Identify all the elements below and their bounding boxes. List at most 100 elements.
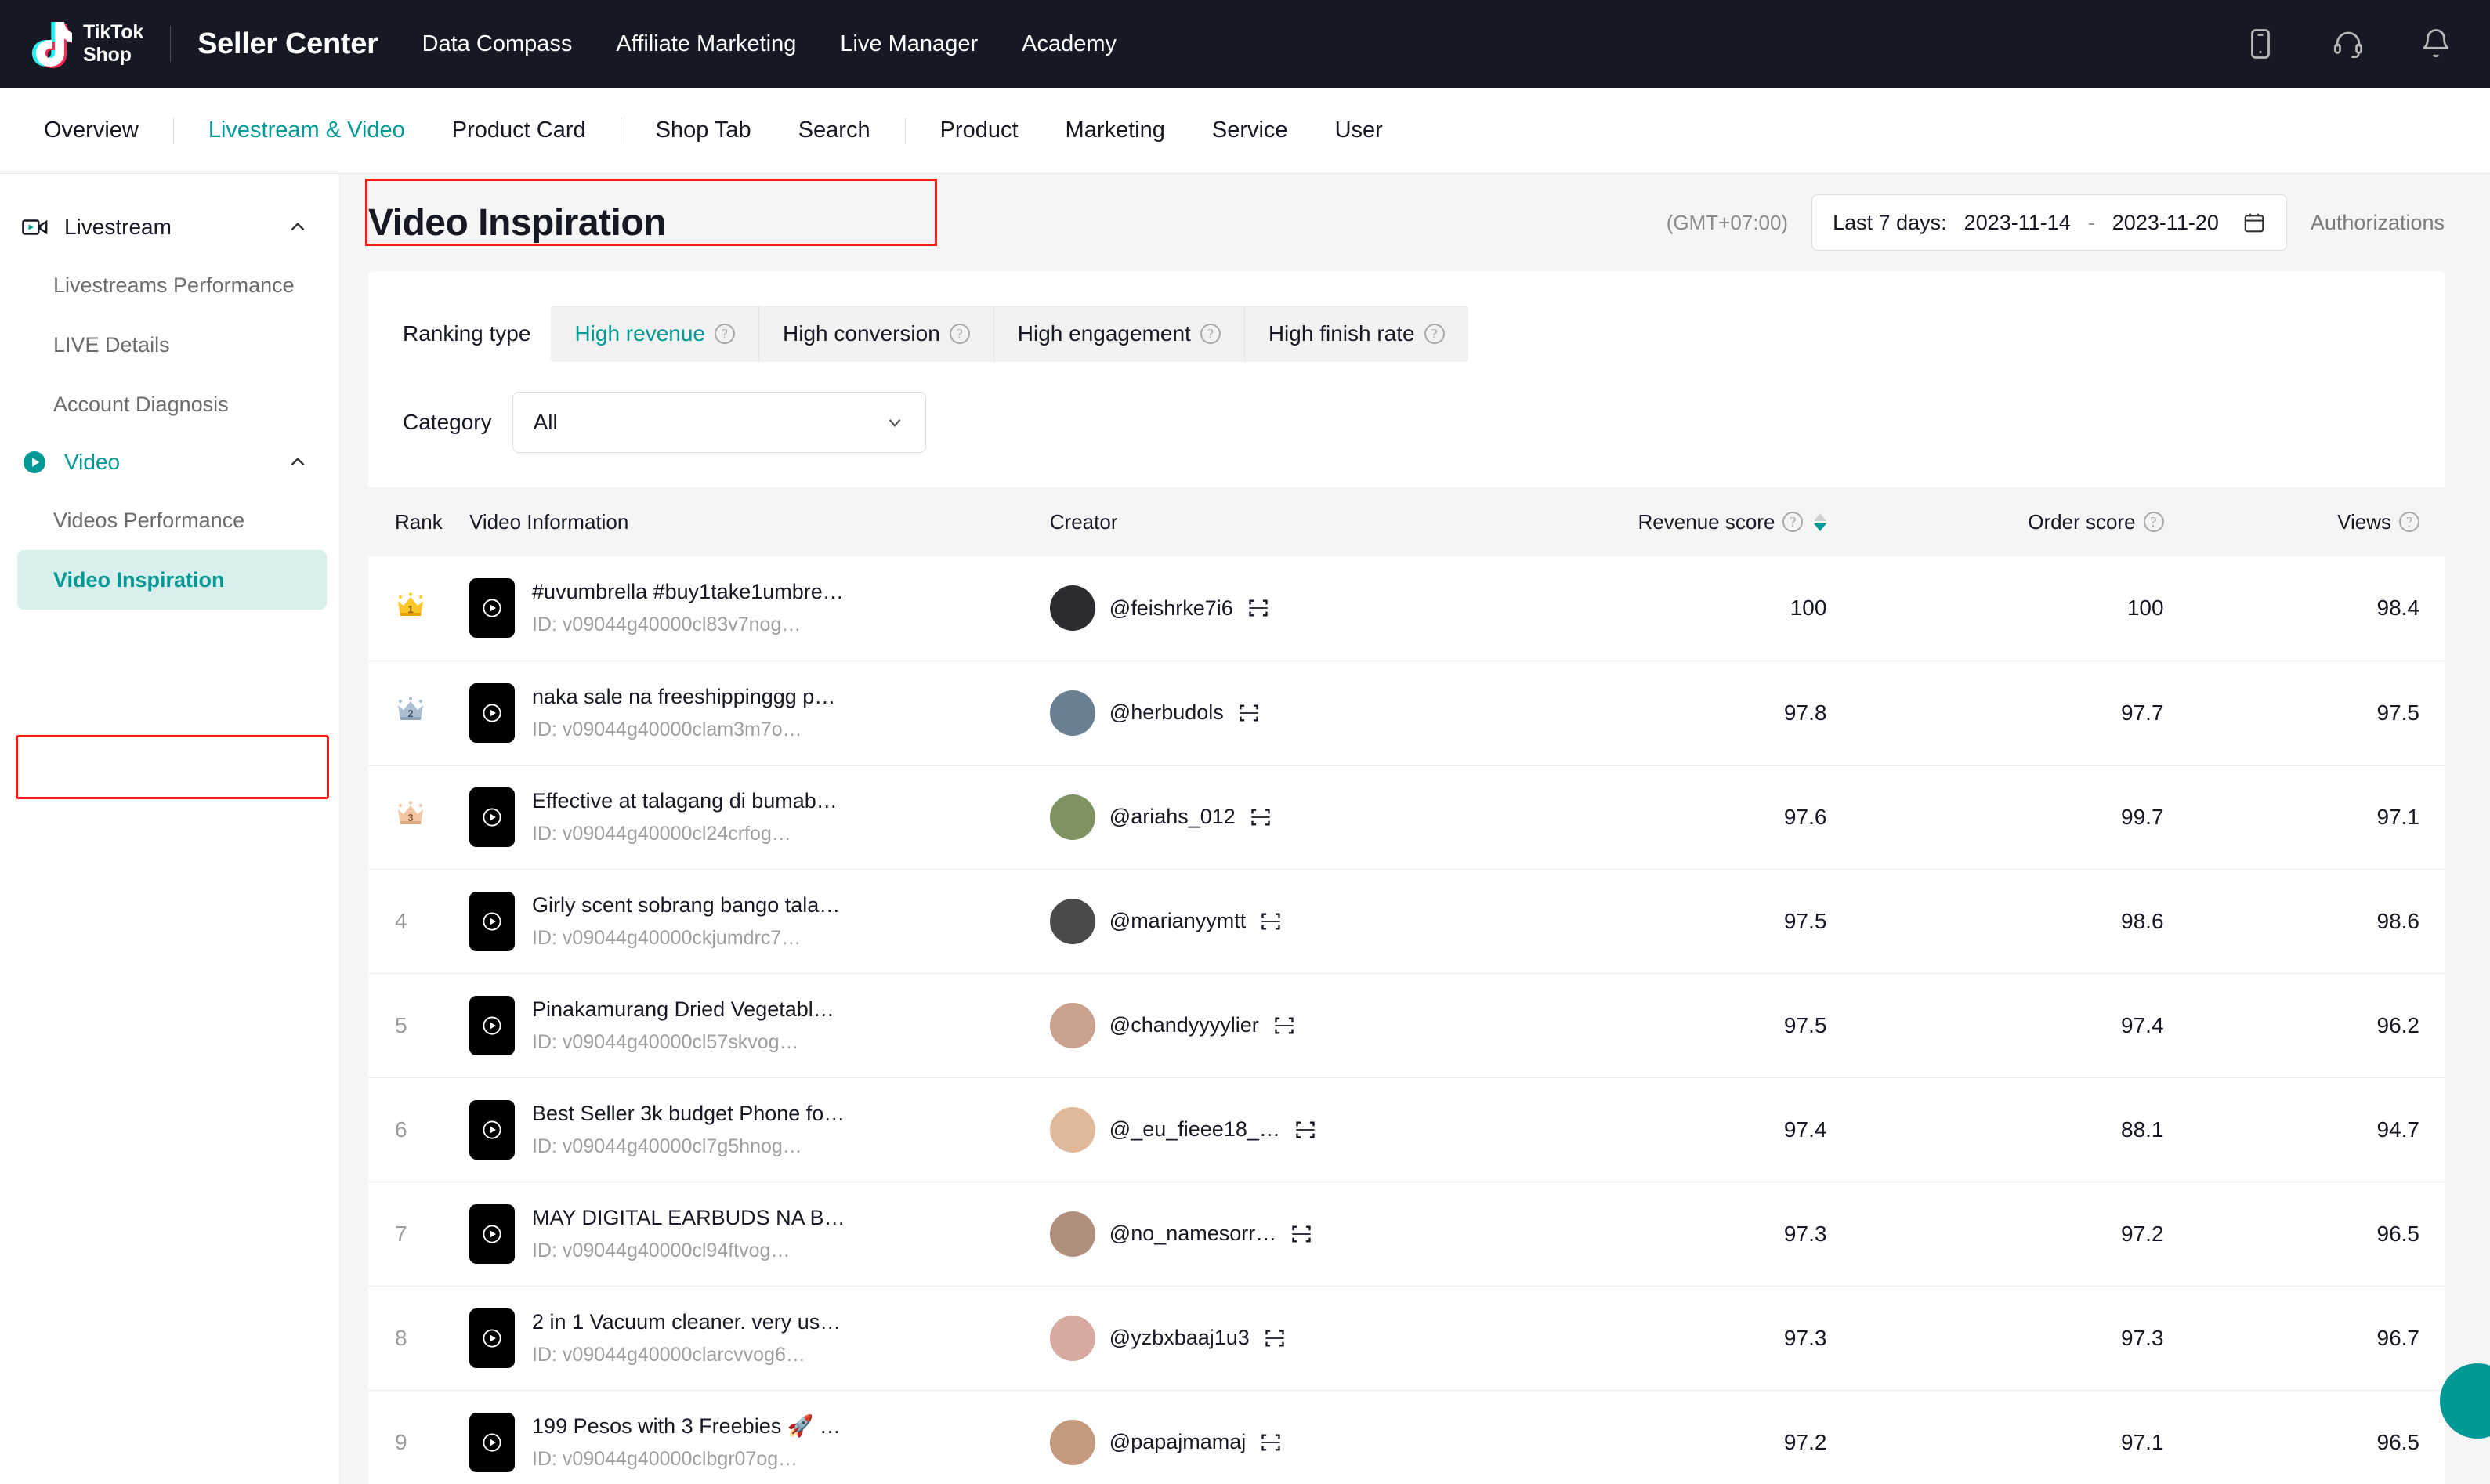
calendar-icon[interactable]: [2242, 211, 2266, 234]
video-title[interactable]: naka sale na freeshippinggg pa…: [532, 685, 845, 709]
top-nav-affiliate-marketing[interactable]: Affiliate Marketing: [616, 31, 796, 57]
mobile-icon[interactable]: [2244, 27, 2277, 60]
chevron-down-icon[interactable]: [885, 412, 905, 433]
video-thumbnail[interactable]: [469, 578, 516, 639]
sidebar-item-live-details[interactable]: LIVE Details: [0, 315, 339, 375]
table-row[interactable]: 7 MAY DIGITAL EARBUDS NA BA … ID: v09044g4…: [368, 1182, 2445, 1287]
video-thumbnail[interactable]: [469, 891, 516, 951]
table-row[interactable]: 1 #uvumbrella #buy1take1umbre… ID: v09044g…: [368, 556, 2445, 661]
column-header-order-score[interactable]: Order score ?: [1826, 487, 2164, 556]
floating-help-button[interactable]: [2440, 1363, 2490, 1439]
subnav-shop-tab[interactable]: Shop Tab: [632, 119, 775, 142]
notification-bell-icon[interactable]: [2419, 27, 2452, 60]
video-thumbnail[interactable]: [469, 787, 516, 847]
date-range-picker[interactable]: Last 7 days: 2023-11-14 - 2023-11-20: [1811, 194, 2287, 251]
sidebar-item-account-diagnosis[interactable]: Account Diagnosis: [0, 375, 339, 434]
seller-center-title[interactable]: Seller Center: [197, 27, 378, 61]
avatar[interactable]: [1049, 1419, 1095, 1465]
video-play-icon: [22, 450, 50, 475]
tab-high-conversion[interactable]: High conversion ?: [759, 306, 994, 362]
top-nav-data-compass[interactable]: Data Compass: [422, 31, 573, 57]
subnav-marketing[interactable]: Marketing: [1042, 119, 1189, 142]
help-icon[interactable]: ?: [2143, 512, 2164, 532]
subnav-search[interactable]: Search: [775, 119, 894, 142]
video-title[interactable]: Effective at talagang di bumaba…: [532, 789, 845, 813]
avatar[interactable]: [1049, 1211, 1095, 1257]
play-icon: [483, 1328, 501, 1348]
date-range-end[interactable]: 2023-11-20: [2112, 211, 2219, 235]
authorizations-link[interactable]: Authorizations: [2311, 211, 2445, 235]
subnav-product[interactable]: Product: [917, 119, 1042, 142]
sidebar-item-video-inspiration[interactable]: Video Inspiration: [17, 550, 327, 610]
video-title[interactable]: #uvumbrella #buy1take1umbre…: [532, 580, 844, 604]
creator-username[interactable]: @marianyymtt: [1109, 909, 1246, 933]
tab-high-engagement[interactable]: High engagement ?: [994, 306, 1245, 362]
video-title[interactable]: Pinakamurang Dried Vegetable…: [532, 997, 845, 1022]
help-icon[interactable]: ?: [2399, 512, 2419, 532]
tab-high-engagement-label: High engagement: [1017, 321, 1191, 346]
avatar[interactable]: [1049, 898, 1095, 944]
date-range-start[interactable]: 2023-11-14: [1964, 211, 2071, 235]
video-title[interactable]: Girly scent sobrang bango talag…: [532, 893, 845, 918]
table-row[interactable]: 8 2 in 1 Vacuum cleaner. very use… ID: v09…: [368, 1286, 2445, 1391]
creator-username[interactable]: @chandyyyylier: [1109, 1013, 1259, 1037]
video-thumbnail[interactable]: [469, 682, 516, 743]
category-select[interactable]: All: [512, 392, 926, 453]
creator-username[interactable]: @papajmamaj: [1109, 1430, 1247, 1454]
creator-username[interactable]: @yzbxbaaj1u3: [1109, 1326, 1250, 1350]
table-row[interactable]: 5 Pinakamurang Dried Vegetable… ID: v09044…: [368, 973, 2445, 1078]
chevron-up-icon[interactable]: [288, 217, 308, 237]
headset-support-icon[interactable]: [2332, 27, 2365, 60]
table-row[interactable]: 2 naka sale na freeshippinggg pa… ID: v090…: [368, 661, 2445, 766]
video-thumbnail[interactable]: [469, 1308, 516, 1368]
top-nav-live-manager[interactable]: Live Manager: [840, 31, 978, 57]
subnav-service[interactable]: Service: [1189, 119, 1312, 142]
sidebar-group-video[interactable]: Video: [0, 434, 339, 490]
video-thumbnail[interactable]: [469, 1099, 516, 1160]
help-icon[interactable]: ?: [715, 324, 735, 344]
subnav-product-card[interactable]: Product Card: [429, 119, 610, 142]
subnav-user[interactable]: User: [1312, 119, 1406, 142]
avatar[interactable]: [1049, 1315, 1095, 1361]
video-title[interactable]: Best Seller 3k budget Phone fo…: [532, 1102, 845, 1126]
tiktok-shop-logo[interactable]: TikTok Shop: [28, 19, 143, 69]
sidebar-group-livestream[interactable]: Livestream: [0, 199, 339, 255]
avatar[interactable]: [1049, 1106, 1095, 1153]
subnav-livestream-and-video[interactable]: Livestream & Video: [185, 119, 429, 142]
creator-username[interactable]: @herbudols: [1109, 700, 1224, 725]
table-row[interactable]: 3 Effective at talagang di bumaba… ID: v09…: [368, 765, 2445, 870]
sidebar-item-livestreams-performance[interactable]: Livestreams Performance: [0, 255, 339, 315]
help-icon[interactable]: ?: [1782, 512, 1804, 532]
sidebar-item-videos-performance[interactable]: Videos Performance: [0, 490, 339, 550]
video-title[interactable]: 199 Pesos with 3 Freebies 🚀 #…: [532, 1413, 845, 1439]
top-nav-academy[interactable]: Academy: [1022, 31, 1117, 57]
table-row[interactable]: 6 Best Seller 3k budget Phone fo… ID: v090…: [368, 1077, 2445, 1182]
avatar[interactable]: [1049, 1002, 1095, 1048]
table-row[interactable]: 4 Girly scent sobrang bango talag… ID: v09…: [368, 869, 2445, 974]
creator-username[interactable]: @ariahs_012: [1109, 805, 1236, 829]
video-thumbnail[interactable]: [469, 1203, 516, 1264]
column-header-revenue-score[interactable]: Revenue score ?: [1489, 487, 1827, 556]
video-title[interactable]: MAY DIGITAL EARBUDS NA BA …: [532, 1206, 845, 1230]
creator-username[interactable]: @_eu_fieee18_…: [1109, 1117, 1280, 1142]
column-header-views[interactable]: Views ?: [2163, 487, 2445, 556]
help-icon[interactable]: ?: [1424, 324, 1445, 344]
subnav-overview[interactable]: Overview: [20, 119, 162, 142]
avatar[interactable]: [1049, 794, 1095, 840]
sort-toggle-revenue-score[interactable]: [1814, 512, 1827, 531]
video-thumbnail[interactable]: [469, 1412, 516, 1472]
avatar[interactable]: [1049, 690, 1095, 736]
tab-high-revenue[interactable]: High revenue ?: [551, 306, 759, 362]
video-title[interactable]: 2 in 1 Vacuum cleaner. very use…: [532, 1310, 845, 1334]
tab-high-finish-rate[interactable]: High finish rate ?: [1245, 306, 1468, 362]
cell-views: 97.1: [2163, 765, 2445, 870]
avatar[interactable]: [1049, 585, 1095, 632]
top-header-bar: TikTok Shop Seller Center Data Compass A…: [0, 0, 2490, 88]
table-row[interactable]: 9 199 Pesos with 3 Freebies 🚀 #… ID: v0904…: [368, 1390, 2445, 1484]
help-icon[interactable]: ?: [949, 324, 970, 344]
help-icon[interactable]: ?: [1200, 324, 1221, 344]
creator-username[interactable]: @no_namesorr…: [1109, 1222, 1277, 1246]
creator-username[interactable]: @feishrke7i6: [1109, 596, 1233, 621]
chevron-up-icon[interactable]: [288, 452, 308, 472]
video-thumbnail[interactable]: [469, 995, 516, 1055]
